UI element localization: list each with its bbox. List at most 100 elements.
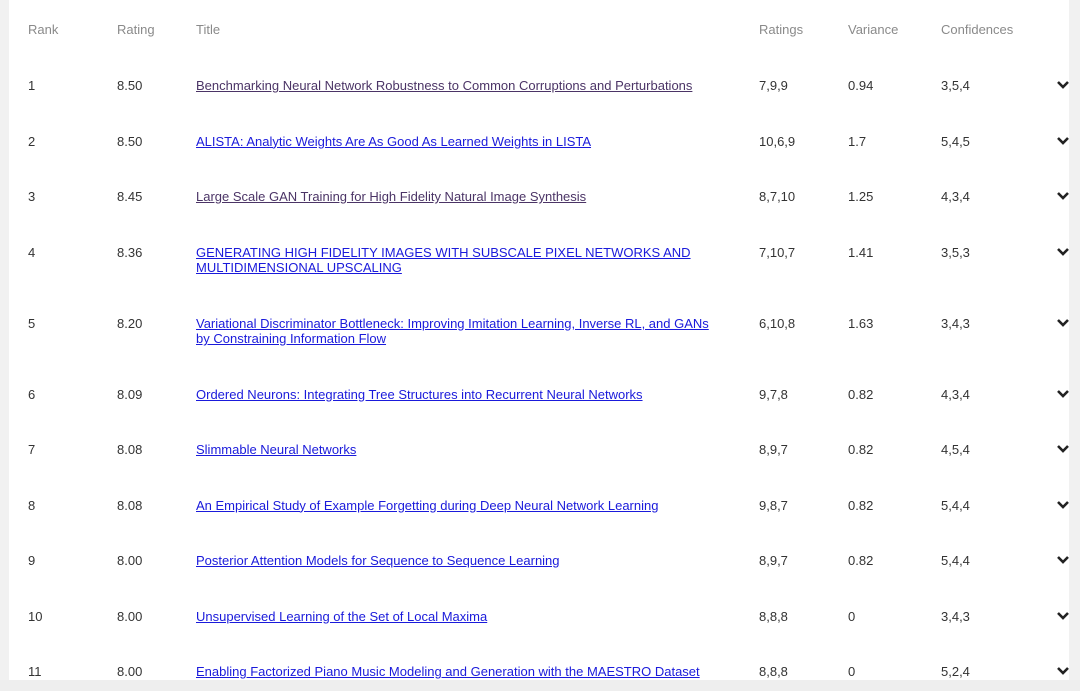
table-row: 9 8.00 Posterior Attention Models for Se… [9, 533, 1069, 589]
expand-cell [1051, 296, 1069, 367]
rating-cell: 8.50 [117, 78, 143, 93]
confidences-cell: 4,5,4 [941, 442, 970, 457]
chevron-down-icon[interactable] [1056, 189, 1069, 205]
ratings-cell: 8,7,10 [759, 189, 796, 204]
chevron-down-icon[interactable] [1056, 245, 1069, 261]
expand-cell [1051, 533, 1069, 589]
confidences-cell: 3,4,3 [941, 608, 970, 624]
rating-cell: 8.45 [117, 189, 143, 204]
paper-title-link[interactable]: Posterior Attention Models for Sequence … [196, 553, 716, 569]
table-row: 3 8.45 Large Scale GAN Training for High… [9, 169, 1069, 225]
title-cell: Enabling Factorized Piano Music Modeling… [196, 644, 759, 680]
rank-cell: 11 [28, 664, 42, 679]
chevron-down-icon[interactable] [1056, 134, 1069, 150]
variance-cell: 0.82 [848, 442, 874, 457]
confidences-cell: 5,4,5 [941, 133, 970, 149]
title-cell: Unsupervised Learning of the Set of Loca… [196, 589, 759, 645]
ratings-cell: 8,9,7 [759, 442, 788, 457]
rank-cell: 3 [28, 189, 36, 204]
rank-cell: 10 [28, 608, 43, 624]
rank-cell: 9 [28, 553, 36, 568]
table-row: 7 8.08 Slimmable Neural Networks 8,9,7 0… [9, 422, 1069, 478]
title-cell: Variational Discriminator Bottleneck: Im… [196, 296, 759, 367]
paper-title-link[interactable]: Ordered Neurons: Integrating Tree Struct… [196, 387, 716, 403]
rank-cell: 2 [28, 133, 36, 149]
paper-title-link[interactable]: ALISTA: Analytic Weights Are As Good As … [196, 134, 716, 150]
paper-ranking-table: Rank Rating Title Ratings Variance Confi… [9, 0, 1069, 680]
header-title[interactable]: Title [196, 0, 759, 58]
rating-cell: 8.20 [117, 315, 143, 331]
confidences-cell: 3,5,4 [941, 78, 970, 93]
results-panel: Rank Rating Title Ratings Variance Confi… [9, 0, 1069, 680]
rank-cell: 8 [28, 497, 36, 513]
confidences-cell: 3,5,3 [941, 244, 970, 260]
header-variance[interactable]: Variance [848, 0, 941, 58]
header-ratings[interactable]: Ratings [759, 0, 848, 58]
variance-cell: 1.63 [848, 315, 874, 331]
ratings-cell: 7,9,9 [759, 78, 788, 93]
ratings-cell: 6,10,8 [759, 315, 796, 331]
expand-cell [1051, 58, 1069, 114]
variance-cell: 0.82 [848, 497, 874, 513]
header-confidences[interactable]: Confidences [941, 0, 1051, 58]
paper-title-link[interactable]: An Empirical Study of Example Forgetting… [196, 498, 716, 514]
confidences-cell: 4,3,4 [941, 189, 970, 204]
table-header: Rank Rating Title Ratings Variance Confi… [9, 0, 1069, 58]
chevron-down-icon[interactable] [1056, 316, 1069, 332]
rating-cell: 8.08 [117, 442, 143, 457]
header-rank[interactable]: Rank [9, 0, 117, 58]
page-bottom-edge [0, 680, 1080, 691]
chevron-down-icon[interactable] [1056, 78, 1069, 94]
paper-title-link[interactable]: GENERATING HIGH FIDELITY IMAGES WITH SUB… [196, 245, 716, 276]
expand-cell [1051, 169, 1069, 225]
table-row: 4 8.36 GENERATING HIGH FIDELITY IMAGES W… [9, 225, 1069, 296]
ratings-cell: 9,7,8 [759, 386, 788, 402]
expand-cell [1051, 422, 1069, 478]
confidences-cell: 5,4,4 [941, 497, 970, 513]
header-rating[interactable]: Rating [117, 0, 196, 58]
chevron-down-icon[interactable] [1056, 442, 1069, 458]
chevron-down-icon[interactable] [1056, 498, 1069, 514]
rating-cell: 8.36 [117, 244, 143, 260]
table-row: 1 8.50 Benchmarking Neural Network Robus… [9, 58, 1069, 114]
chevron-down-icon[interactable] [1056, 664, 1069, 680]
confidences-cell: 3,4,3 [941, 315, 970, 331]
variance-cell: 0 [848, 608, 856, 624]
variance-cell: 1.7 [848, 133, 867, 149]
confidences-cell: 5,4,4 [941, 553, 970, 568]
title-cell: Large Scale GAN Training for High Fideli… [196, 169, 759, 225]
paper-title-link[interactable]: Variational Discriminator Bottleneck: Im… [196, 316, 716, 347]
confidences-cell: 5,2,4 [941, 664, 970, 679]
table-row: 6 8.09 Ordered Neurons: Integrating Tree… [9, 367, 1069, 423]
table-row: 2 8.50 ALISTA: Analytic Weights Are As G… [9, 114, 1069, 170]
header-expand [1051, 0, 1069, 58]
title-cell: Slimmable Neural Networks [196, 422, 759, 478]
ratings-cell: 10,6,9 [759, 133, 796, 149]
expand-cell [1051, 114, 1069, 170]
expand-cell [1051, 367, 1069, 423]
variance-cell: 0 [848, 664, 856, 679]
paper-title-link[interactable]: Large Scale GAN Training for High Fideli… [196, 189, 716, 205]
expand-cell [1051, 225, 1069, 296]
expand-cell [1051, 644, 1069, 680]
ratings-cell: 8,9,7 [759, 553, 788, 568]
variance-cell: 1.41 [848, 244, 874, 260]
rating-cell: 8.00 [117, 553, 143, 568]
chevron-down-icon[interactable] [1056, 387, 1069, 403]
paper-title-link[interactable]: Enabling Factorized Piano Music Modeling… [196, 664, 716, 680]
paper-title-link[interactable]: Unsupervised Learning of the Set of Loca… [196, 609, 716, 625]
variance-cell: 1.25 [848, 189, 874, 204]
title-cell: Posterior Attention Models for Sequence … [196, 533, 759, 589]
title-cell: ALISTA: Analytic Weights Are As Good As … [196, 114, 759, 170]
paper-title-link[interactable]: Benchmarking Neural Network Robustness t… [196, 78, 716, 94]
confidences-cell: 4,3,4 [941, 386, 970, 402]
table-row: 11 8.00 Enabling Factorized Piano Music … [9, 644, 1069, 680]
paper-title-link[interactable]: Slimmable Neural Networks [196, 442, 716, 458]
ratings-cell: 9,8,7 [759, 497, 788, 513]
variance-cell: 0.82 [848, 386, 874, 402]
ratings-cell: 8,8,8 [759, 664, 788, 679]
rating-cell: 8.00 [117, 608, 143, 624]
chevron-down-icon[interactable] [1056, 609, 1069, 625]
chevron-down-icon[interactable] [1056, 553, 1069, 569]
table-row: 8 8.08 An Empirical Study of Example For… [9, 478, 1069, 534]
